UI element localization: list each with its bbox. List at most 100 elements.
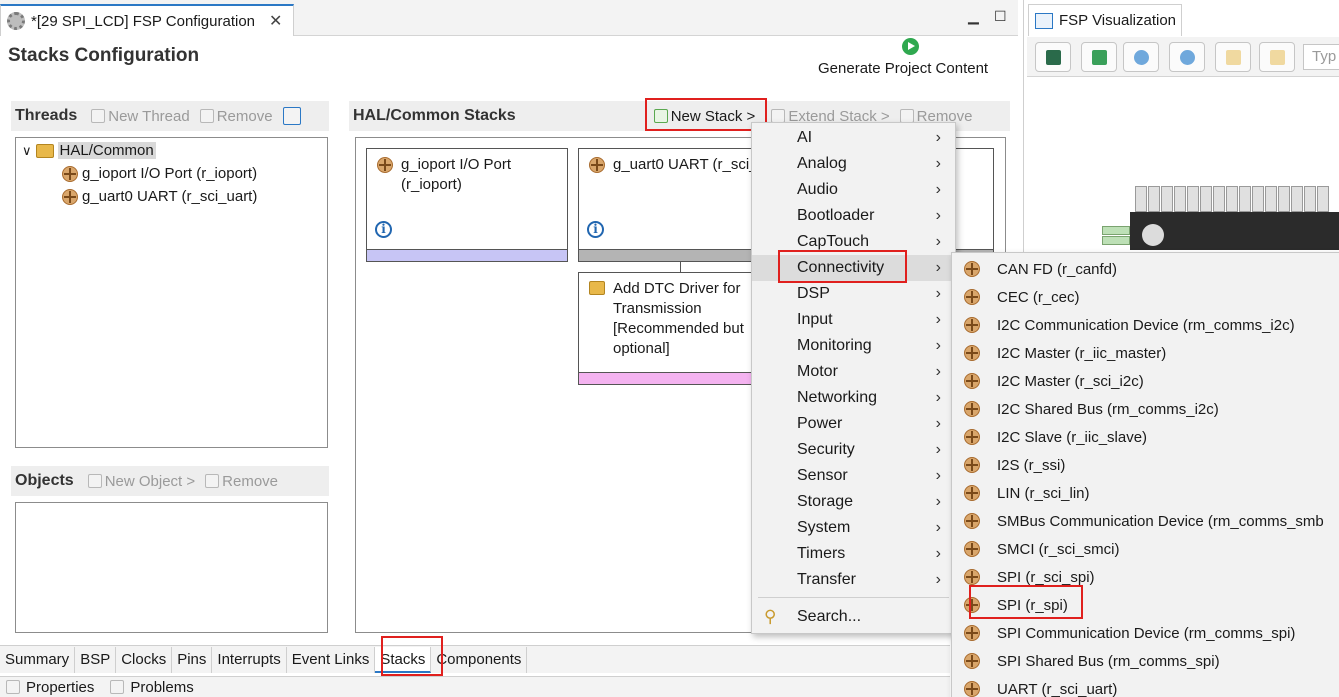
pin[interactable] (1200, 186, 1212, 212)
chip-pin1-marker (1142, 224, 1164, 246)
pin[interactable] (1213, 186, 1225, 212)
info-icon[interactable]: i (587, 221, 604, 238)
remove-thread-button[interactable]: Remove (199, 108, 273, 125)
stack-box-bar (579, 372, 757, 384)
generate-project-content-button[interactable]: Generate Project Content (818, 60, 988, 77)
menu-item-motor[interactable]: Motor › (752, 359, 955, 385)
pin[interactable] (1226, 186, 1238, 212)
pin[interactable] (1239, 186, 1251, 212)
pin-search-input[interactable]: Typ (1303, 44, 1339, 70)
menu-item-transfer[interactable]: Transfer › (752, 567, 955, 593)
editor-tab[interactable]: *[29 SPI_LCD] FSP Configuration ✕ (0, 4, 294, 36)
submenu-item-uart-r-sci-uart[interactable]: UART (r_sci_uart) (952, 675, 1339, 697)
zoom-out-button[interactable] (1123, 42, 1159, 72)
pin[interactable] (1187, 186, 1199, 212)
new-thread-button[interactable]: New Thread (91, 108, 190, 125)
pin[interactable] (1304, 186, 1316, 212)
collapse-all-icon[interactable] (282, 107, 301, 125)
pin[interactable] (1148, 186, 1160, 212)
tree-item-hal-common[interactable]: ∨ HAL/Common (22, 142, 156, 159)
pin[interactable] (1102, 226, 1130, 235)
editor-tab-title: *[29 SPI_LCD] FSP Configuration (31, 12, 256, 30)
menu-item-networking[interactable]: Networking › (752, 385, 955, 411)
submenu-item-i2c-shared-bus-rm-comms-i2c[interactable]: I2C Shared Bus (rm_comms_i2c) (952, 395, 1339, 423)
new-object-button[interactable]: New Object > (87, 473, 195, 490)
menu-item-ai[interactable]: AI › (752, 125, 955, 151)
submenu-item-i2c-slave-r-iic-slave[interactable]: I2C Slave (r_iic_slave) (952, 423, 1339, 451)
chevron-down-icon[interactable]: ∨ (22, 143, 32, 159)
submenu-item-can-fd-r-canfd[interactable]: CAN FD (r_canfd) (952, 255, 1339, 283)
menu-item-dsp[interactable]: DSP › (752, 281, 955, 307)
properties-view-tab[interactable]: Properties (26, 679, 94, 696)
pin[interactable] (1161, 186, 1173, 212)
component-icon (964, 625, 980, 641)
component-icon (964, 373, 980, 389)
save-image-button[interactable] (1035, 42, 1071, 72)
stack-box-ioport[interactable]: g_ioport I/O Port (r_ioport) i (366, 148, 568, 262)
stack-box-add-dtc[interactable]: Add DTC Driver for Transmission [Recomme… (578, 272, 758, 385)
tree-item-uart0[interactable]: g_uart0 UART (r_sci_uart) (62, 188, 257, 205)
zoom-in-button[interactable] (1169, 42, 1205, 72)
submenu-item-smbus-communication-device-rm-comms-smb[interactable]: SMBus Communication Device (rm_comms_smb (952, 507, 1339, 535)
submenu-item-spi-communication-device-rm-comms-spi[interactable]: SPI Communication Device (rm_comms_spi) (952, 619, 1339, 647)
minimize-icon[interactable]: ▁ (968, 8, 979, 25)
menu-item-power[interactable]: Power › (752, 411, 955, 437)
component-icon (964, 261, 980, 277)
menu-item-analog[interactable]: Analog › (752, 151, 955, 177)
submenu-item-i2c-communication-device-rm-comms-i2c[interactable]: I2C Communication Device (rm_comms_i2c) (952, 311, 1339, 339)
visualization-tab[interactable]: FSP Visualization (1028, 4, 1182, 36)
submenu-item-cec-r-cec[interactable]: CEC (r_cec) (952, 283, 1339, 311)
submenu-item-label: SPI (r_sci_spi) (997, 568, 1095, 586)
tab-event-links[interactable]: Event Links (287, 646, 376, 673)
submenu-item-smci-r-sci-smci[interactable]: SMCI (r_sci_smci) (952, 535, 1339, 563)
submenu-item-i2c-master-r-iic-master[interactable]: I2C Master (r_iic_master) (952, 339, 1339, 367)
menu-item-security[interactable]: Security › (752, 437, 955, 463)
fit-button[interactable] (1081, 42, 1117, 72)
menu-item-label: Sensor (797, 467, 848, 484)
menu-item-monitoring[interactable]: Monitoring › (752, 333, 955, 359)
tab-summary[interactable]: Summary (0, 646, 76, 673)
chevron-right-icon: › (935, 545, 941, 562)
tab-components[interactable]: Components (431, 646, 528, 673)
tab-bsp[interactable]: BSP (75, 646, 117, 673)
tab-pins[interactable]: Pins (172, 646, 213, 673)
chevron-right-icon: › (935, 337, 941, 354)
component-icon (964, 401, 980, 417)
export-button[interactable] (1215, 42, 1251, 72)
visualization-tab-title: FSP Visualization (1059, 12, 1177, 29)
pin[interactable] (1317, 186, 1329, 212)
remove-object-button[interactable]: Remove (205, 473, 278, 490)
submenu-item-i2s-r-ssi[interactable]: I2S (r_ssi) (952, 451, 1339, 479)
objects-title: Objects (15, 472, 74, 489)
menu-item-audio[interactable]: Audio › (752, 177, 955, 203)
submenu-item-spi-shared-bus-rm-comms-spi[interactable]: SPI Shared Bus (rm_comms_spi) (952, 647, 1339, 675)
tab-clocks[interactable]: Clocks (116, 646, 173, 673)
tab-interrupts[interactable]: Interrupts (212, 646, 287, 673)
menu-item-label: Security (797, 441, 855, 458)
menu-item-input[interactable]: Input › (752, 307, 955, 333)
submenu-item-i2c-master-r-sci-i2c[interactable]: I2C Master (r_sci_i2c) (952, 367, 1339, 395)
pin[interactable] (1102, 236, 1130, 245)
maximize-icon[interactable]: ☐ (994, 8, 1007, 25)
pin[interactable] (1135, 186, 1147, 212)
info-icon[interactable]: i (375, 221, 392, 238)
submenu-item-lin-r-sci-lin[interactable]: LIN (r_sci_lin) (952, 479, 1339, 507)
menu-item-search[interactable]: ⚲ Search... (752, 604, 955, 630)
pin[interactable] (1291, 186, 1303, 212)
menu-item-bootloader[interactable]: Bootloader › (752, 203, 955, 229)
bottom-tab-strip: Summary BSP Clocks Pins Interrupts Event Link… (0, 645, 950, 673)
pin[interactable] (1252, 186, 1264, 212)
menu-item-system[interactable]: System › (752, 515, 955, 541)
menu-item-sensor[interactable]: Sensor › (752, 463, 955, 489)
menu-item-storage[interactable]: Storage › (752, 489, 955, 515)
menu-item-timers[interactable]: Timers › (752, 541, 955, 567)
pin[interactable] (1265, 186, 1277, 212)
tree-item-ioport[interactable]: g_ioport I/O Port (r_ioport) (62, 165, 257, 182)
pin[interactable] (1174, 186, 1186, 212)
problems-view-tab[interactable]: Problems (130, 679, 193, 696)
generate-icon[interactable] (902, 38, 919, 55)
pin[interactable] (1278, 186, 1290, 212)
close-icon[interactable]: ✕ (269, 11, 282, 31)
chip-pin-row (1135, 186, 1329, 212)
import-button[interactable] (1259, 42, 1295, 72)
